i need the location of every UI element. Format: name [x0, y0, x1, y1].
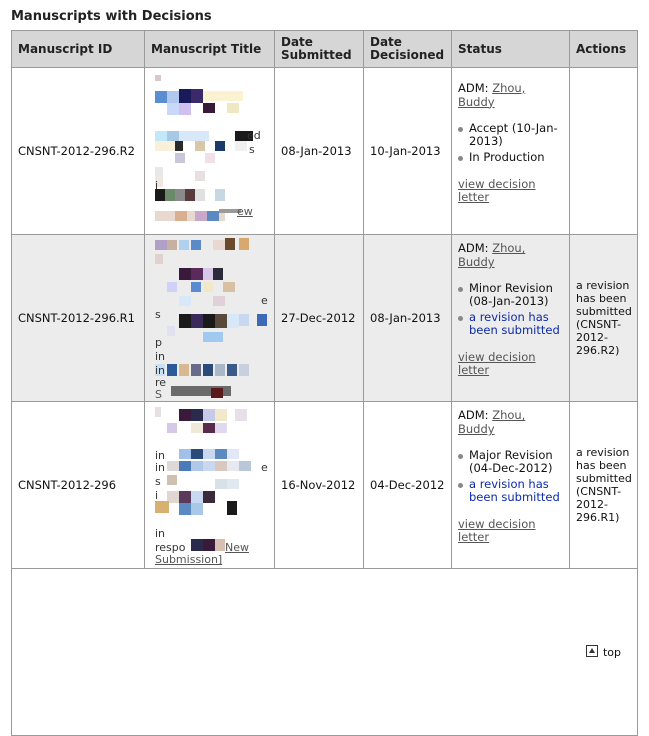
adm-label: ADM: — [458, 241, 489, 255]
date-decisioned: 04-Dec-2012 — [363, 401, 452, 569]
title-pixelated-1: ed s i ew — [151, 71, 268, 231]
date-submitted: 08-Jan-2013 — [274, 67, 364, 235]
revision-submitted-link[interactable]: a revision has been submitted — [469, 477, 560, 504]
action-cell: a revision has been submitted (CNSNT-201… — [569, 234, 638, 402]
view-decision-letter-link[interactable]: view decision letter — [458, 177, 563, 204]
adm-label: ADM: — [458, 408, 489, 422]
status-item: In Production — [458, 150, 563, 164]
status-item: a revision has been submitted — [458, 478, 563, 504]
manuscript-title-cell: ed s i ew — [144, 67, 275, 235]
view-decision-letter-link[interactable]: view decision letter — [458, 518, 563, 544]
date-submitted: 16-Nov-2012 — [274, 401, 364, 569]
arrow-up-icon — [585, 645, 598, 657]
date-decisioned: 08-Jan-2013 — [363, 234, 452, 402]
date-submitted: 27-Dec-2012 — [274, 234, 364, 402]
status-item: a revision has been submitted — [458, 311, 563, 337]
status-cell: ADM: Zhou, Buddy Accept (10-Jan-2013) In… — [451, 67, 570, 235]
manuscripts-table: Manuscript ID Manuscript Title Date Subm… — [11, 30, 638, 736]
status-item: Minor Revision (08-Jan-2013) — [458, 282, 563, 308]
table-row: CNSNT-2012-296.R2 ed s i ew 08-Jan-2013 … — [11, 67, 638, 235]
table-row: CNSNT-2012-296 e s in in i in respo New … — [11, 401, 638, 569]
title-pixelated-3: ed s in in i in respo New Submission] — [151, 405, 268, 565]
header-status: Status — [451, 30, 570, 68]
status-cell: ADM: Zhou, Buddy Minor Revision (08-Jan-… — [451, 234, 570, 402]
manuscript-id: CNSNT-2012-296.R2 — [11, 67, 145, 235]
header-manuscript-id: Manuscript ID — [11, 30, 145, 68]
section-title: Manuscripts with Decisions — [11, 9, 212, 24]
status-item: Major Revision (04-Dec-2012) — [458, 449, 563, 475]
table-header-row: Manuscript ID Manuscript Title Date Subm… — [11, 30, 638, 68]
manuscript-title-cell: ed s in in i in respo New Submission] — [144, 401, 275, 569]
header-date-decisioned: Date Decisioned — [363, 30, 452, 68]
table-footer-row: top — [11, 568, 638, 736]
adm-label: ADM: — [458, 80, 489, 95]
header-date-submitted: Date Submitted — [274, 30, 364, 68]
header-actions: Actions — [569, 30, 638, 68]
manuscript-id: CNSNT-2012-296 — [11, 401, 145, 569]
action-cell — [569, 67, 638, 235]
back-to-top-link[interactable]: top — [585, 645, 621, 659]
header-manuscript-title: Manuscript Title — [144, 30, 275, 68]
title-pixelated-2: ed s p in in re S — [151, 238, 268, 398]
status-cell: ADM: Zhou, Buddy Major Revision (04-Dec-… — [451, 401, 570, 569]
date-decisioned: 10-Jan-2013 — [363, 67, 452, 235]
action-cell: a revision has been submitted (CNSNT-201… — [569, 401, 638, 569]
manuscript-title-cell: ed s p in in re S — [144, 234, 275, 402]
status-item: Accept (10-Jan-2013) — [458, 121, 563, 148]
table-row: CNSNT-2012-296.R1 e s p in in re S 27-De… — [11, 234, 638, 402]
revision-submitted-link[interactable]: a revision has been submitted — [469, 310, 560, 337]
manuscript-id: CNSNT-2012-296.R1 — [11, 234, 145, 402]
view-decision-letter-link[interactable]: view decision letter — [458, 351, 563, 377]
